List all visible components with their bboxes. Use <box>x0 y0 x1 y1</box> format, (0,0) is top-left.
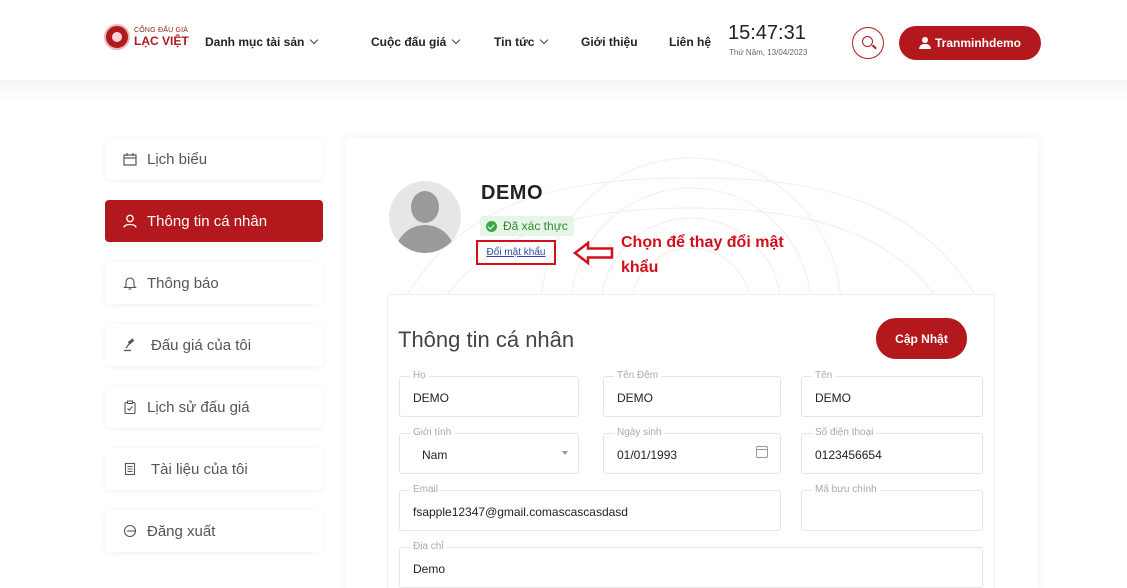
sidebar-item-lich-su-dau-gia[interactable]: Lịch sử đấu giá <box>105 386 323 428</box>
user-icon <box>918 37 931 49</box>
nav-tin-tuc[interactable]: Tin tức <box>494 35 549 49</box>
address-field[interactable]: Địa chỉ Demo <box>399 541 983 588</box>
sidebar-item-tai-lieu-cua-toi[interactable]: Tài liệu của tôi <box>105 448 323 490</box>
document-icon <box>124 462 136 476</box>
update-button[interactable]: Cập Nhật <box>876 318 967 359</box>
user-account-button[interactable]: Tranminhdemo <box>899 26 1041 60</box>
last-name-field[interactable]: Họ DEMO <box>399 370 579 417</box>
gender-select[interactable]: Giới tính Nam <box>399 427 579 474</box>
caret-down-icon <box>562 451 568 455</box>
bell-icon <box>123 277 137 290</box>
sidebar-item-dang-xuat[interactable]: Đăng xuất <box>105 510 323 552</box>
sidebar-item-thong-bao[interactable]: Thông báo <box>105 262 323 304</box>
first-name-field[interactable]: Tên DEMO <box>801 370 983 417</box>
chevron-down-icon <box>310 35 319 45</box>
nav-gioi-thieu[interactable]: Giới thiệu <box>581 35 638 49</box>
form-title: Thông tin cá nhân <box>398 327 575 352</box>
check-circle-icon <box>486 220 497 232</box>
clock-date: Thứ Năm, 13/04/2023 <box>729 48 808 57</box>
gavel-icon <box>124 338 135 352</box>
annotation-note: Chọn để thay đổi mật khẩu <box>621 234 784 276</box>
sidebar-item-dau-gia-cua-toi[interactable]: Đấu giá của tôi <box>105 324 323 366</box>
logo-title: LẠC VIỆT <box>134 34 189 48</box>
top-header: CỔNG ĐẤU GIÁ LẠC VIỆT Danh mục tài sản C… <box>0 0 1127 86</box>
chevron-down-icon <box>452 35 461 45</box>
email-field[interactable]: Email fsapple12347@gmail.comascascasdasd <box>399 484 781 531</box>
phone-field[interactable]: Số điện thoại 0123456654 <box>801 427 983 474</box>
calendar-icon[interactable] <box>756 446 768 458</box>
birthdate-field[interactable]: Ngày sinh 01/01/1993 <box>603 427 781 474</box>
arrow-left-icon <box>572 240 614 266</box>
sidebar-item-thong-tin-ca-nhan[interactable]: Thông tin cá nhân <box>105 200 323 242</box>
profile-name: DEMO <box>481 182 543 204</box>
sidebar-item-lich-bieu[interactable]: Lịch biểu <box>105 138 323 180</box>
logo-emblem-icon <box>104 24 130 50</box>
avatar <box>389 181 461 253</box>
header-divider <box>0 80 1127 102</box>
user-icon <box>123 214 137 228</box>
clock-time: 15:47:31 <box>728 22 806 44</box>
nav-danh-muc-tai-san[interactable]: Danh mục tài sản <box>205 35 319 49</box>
postal-code-field[interactable]: Mã bưu chính <box>801 484 983 531</box>
clipboard-icon <box>124 400 136 414</box>
calendar-icon <box>123 153 137 166</box>
chevron-down-icon <box>540 35 549 45</box>
verified-badge: Đã xác thực <box>480 216 574 236</box>
nav-lien-he[interactable]: Liên hệ <box>669 35 711 49</box>
logo[interactable]: CỔNG ĐẤU GIÁ LẠC VIỆT <box>104 24 189 50</box>
nav-cuoc-dau-gia[interactable]: Cuộc đấu giá <box>371 35 461 49</box>
logout-icon <box>123 524 137 538</box>
search-button[interactable] <box>852 27 884 59</box>
change-password-link[interactable]: Đổi mật khẩu <box>476 240 556 265</box>
middle-name-field[interactable]: Tên Đệm DEMO <box>603 370 781 417</box>
logo-subtitle: CỔNG ĐẤU GIÁ <box>134 27 189 34</box>
